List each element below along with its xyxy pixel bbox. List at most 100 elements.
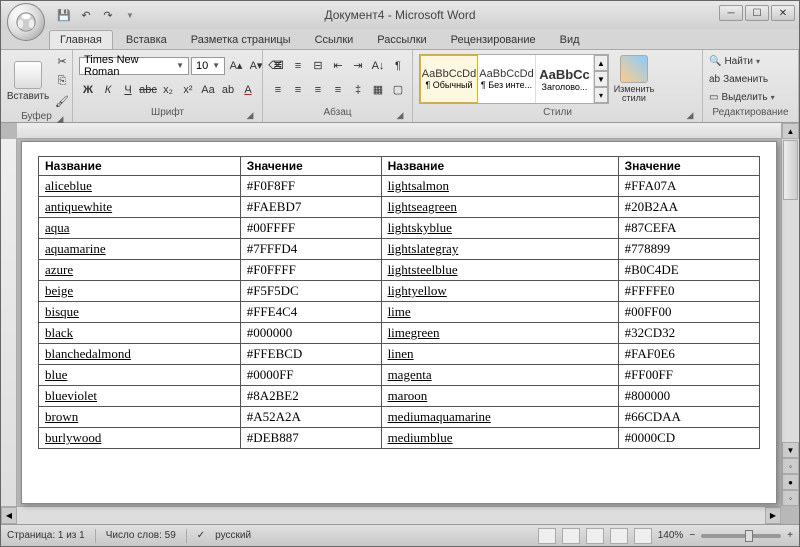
copy-icon[interactable]: ⎘ [53,72,71,90]
font-size-combo[interactable]: 10▼ [191,57,225,75]
table-row: azure#F0FFFFlightsteelblue#B0C4DE [39,260,760,281]
align-left-icon[interactable]: ≡ [269,81,287,99]
close-button[interactable]: ✕ [771,5,795,21]
styles-launcher-icon[interactable]: ◢ [684,108,696,120]
color-name-cell: lime [381,302,618,323]
underline-icon[interactable]: Ч [119,81,137,99]
increase-indent-icon[interactable]: ⇥ [349,57,367,75]
next-page-icon[interactable]: ◦ [782,490,799,506]
group-clipboard: Вставить ✂ ⎘ 🖌 Буфер обмена◢ [1,50,73,122]
browse-object-icon[interactable]: ● [782,474,799,490]
view-outline-icon[interactable] [610,528,628,544]
style-no-spacing[interactable]: AaBbCcDd ¶ Без инте... [478,55,536,103]
color-value-cell: #778899 [618,239,759,260]
highlight-icon[interactable]: ab [219,81,237,99]
decrease-indent-icon[interactable]: ⇤ [329,57,347,75]
quick-access-toolbar: 💾 ↶ ↷ ▼ [55,6,139,24]
color-name-cell: blueviolet [39,386,241,407]
borders-icon[interactable]: ▢ [389,81,407,99]
ruler-vertical[interactable] [1,139,17,524]
tab-home[interactable]: Главная [49,30,113,49]
font-color-icon[interactable]: A [239,81,257,99]
font-name-combo[interactable]: Times New Roman▼ [79,57,189,75]
status-page[interactable]: Страница: 1 из 1 [7,530,85,541]
zoom-out-icon[interactable]: − [689,530,695,541]
style-normal[interactable]: AaBbCcDd ¶ Обычный [420,55,478,103]
strike-icon[interactable]: abc [139,81,157,99]
status-zoom[interactable]: 140% [658,530,684,541]
color-value-cell: #00FFFF [240,218,381,239]
ruler-horizontal[interactable] [17,123,781,139]
bold-icon[interactable]: Ж [79,81,97,99]
document-page[interactable]: НазваниеЗначениеНазваниеЗначение alicebl… [21,141,777,504]
cut-icon[interactable]: ✂ [53,52,71,70]
redo-icon[interactable]: ↷ [99,6,117,24]
tab-mailings[interactable]: Рассылки [366,30,437,49]
scrollbar-horizontal[interactable]: ◀ ▶ [1,506,781,524]
line-spacing-icon[interactable]: ‡ [349,81,367,99]
color-name-cell: magenta [381,365,618,386]
scroll-thumb[interactable] [783,140,798,200]
shading-icon[interactable]: ▦ [369,81,387,99]
zoom-in-icon[interactable]: + [787,530,793,541]
replace-button[interactable]: abЗаменить [709,71,768,88]
paragraph-launcher-icon[interactable]: ◢ [394,108,406,120]
italic-icon[interactable]: К [99,81,117,99]
group-paragraph-label: Абзац [323,107,351,118]
zoom-slider[interactable] [701,534,781,538]
undo-icon[interactable]: ↶ [77,6,95,24]
color-name-cell: linen [381,344,618,365]
save-icon[interactable]: 💾 [55,6,73,24]
bullets-icon[interactable]: ≣ [269,57,287,75]
app-window: 💾 ↶ ↷ ▼ Документ4 - Microsoft Word ─ ☐ ✕… [0,0,800,547]
change-case-icon[interactable]: Aa [199,81,217,99]
tab-review[interactable]: Рецензирование [440,30,547,49]
multilevel-icon[interactable]: ⊟ [309,57,327,75]
justify-icon[interactable]: ≡ [329,81,347,99]
subscript-icon[interactable]: x₂ [159,81,177,99]
chevron-down-icon: ▼ [176,61,184,70]
gallery-scroll[interactable]: ▲▼▾ [594,55,608,103]
grow-font-icon[interactable]: A▴ [227,57,245,75]
qat-dropdown-icon[interactable]: ▼ [121,6,139,24]
superscript-icon[interactable]: x² [179,81,197,99]
table-header: Значение [618,157,759,176]
select-button[interactable]: ▭Выделить ▾ [709,89,775,106]
show-marks-icon[interactable]: ¶ [389,57,407,75]
tab-view[interactable]: Вид [549,30,591,49]
scroll-up-icon[interactable]: ▲ [782,123,799,139]
prev-page-icon[interactable]: ◦ [782,458,799,474]
find-button[interactable]: 🔍Найти ▾ [709,53,760,70]
style-heading1[interactable]: AaBbCc Заголово... [536,55,594,103]
status-language[interactable]: русский [215,530,251,541]
align-center-icon[interactable]: ≡ [289,81,307,99]
status-words[interactable]: Число слов: 59 [106,530,176,541]
sort-icon[interactable]: A↓ [369,57,387,75]
office-button[interactable] [7,3,45,41]
font-launcher-icon[interactable]: ◢ [244,108,256,120]
maximize-button[interactable]: ☐ [745,5,769,21]
change-styles-button[interactable]: Изменить стили [613,52,655,106]
color-name-cell: limegreen [381,323,618,344]
view-draft-icon[interactable] [634,528,652,544]
tab-page-layout[interactable]: Разметка страницы [180,30,302,49]
align-right-icon[interactable]: ≡ [309,81,327,99]
table-header: Название [39,157,241,176]
scroll-right-icon[interactable]: ▶ [765,507,781,524]
status-proofing-icon[interactable]: ✓ [197,530,205,541]
styles-gallery[interactable]: AaBbCcDd ¶ Обычный AaBbCcDd ¶ Без инте..… [419,54,609,104]
view-print-layout-icon[interactable] [538,528,556,544]
tab-insert[interactable]: Вставка [115,30,178,49]
view-full-screen-icon[interactable] [562,528,580,544]
paste-button[interactable]: Вставить [7,54,49,108]
scroll-left-icon[interactable]: ◀ [1,507,17,524]
tab-references[interactable]: Ссылки [304,30,365,49]
minimize-button[interactable]: ─ [719,5,743,21]
color-name-cell: lightsteelblue [381,260,618,281]
view-web-layout-icon[interactable] [586,528,604,544]
numbering-icon[interactable]: ≡ [289,57,307,75]
scrollbar-vertical[interactable]: ▲ ▼ ◦ ● ◦ [781,123,799,506]
scroll-down-icon[interactable]: ▼ [782,442,799,458]
group-editing-label: Редактирование [712,107,788,118]
format-painter-icon[interactable]: 🖌 [53,92,71,110]
